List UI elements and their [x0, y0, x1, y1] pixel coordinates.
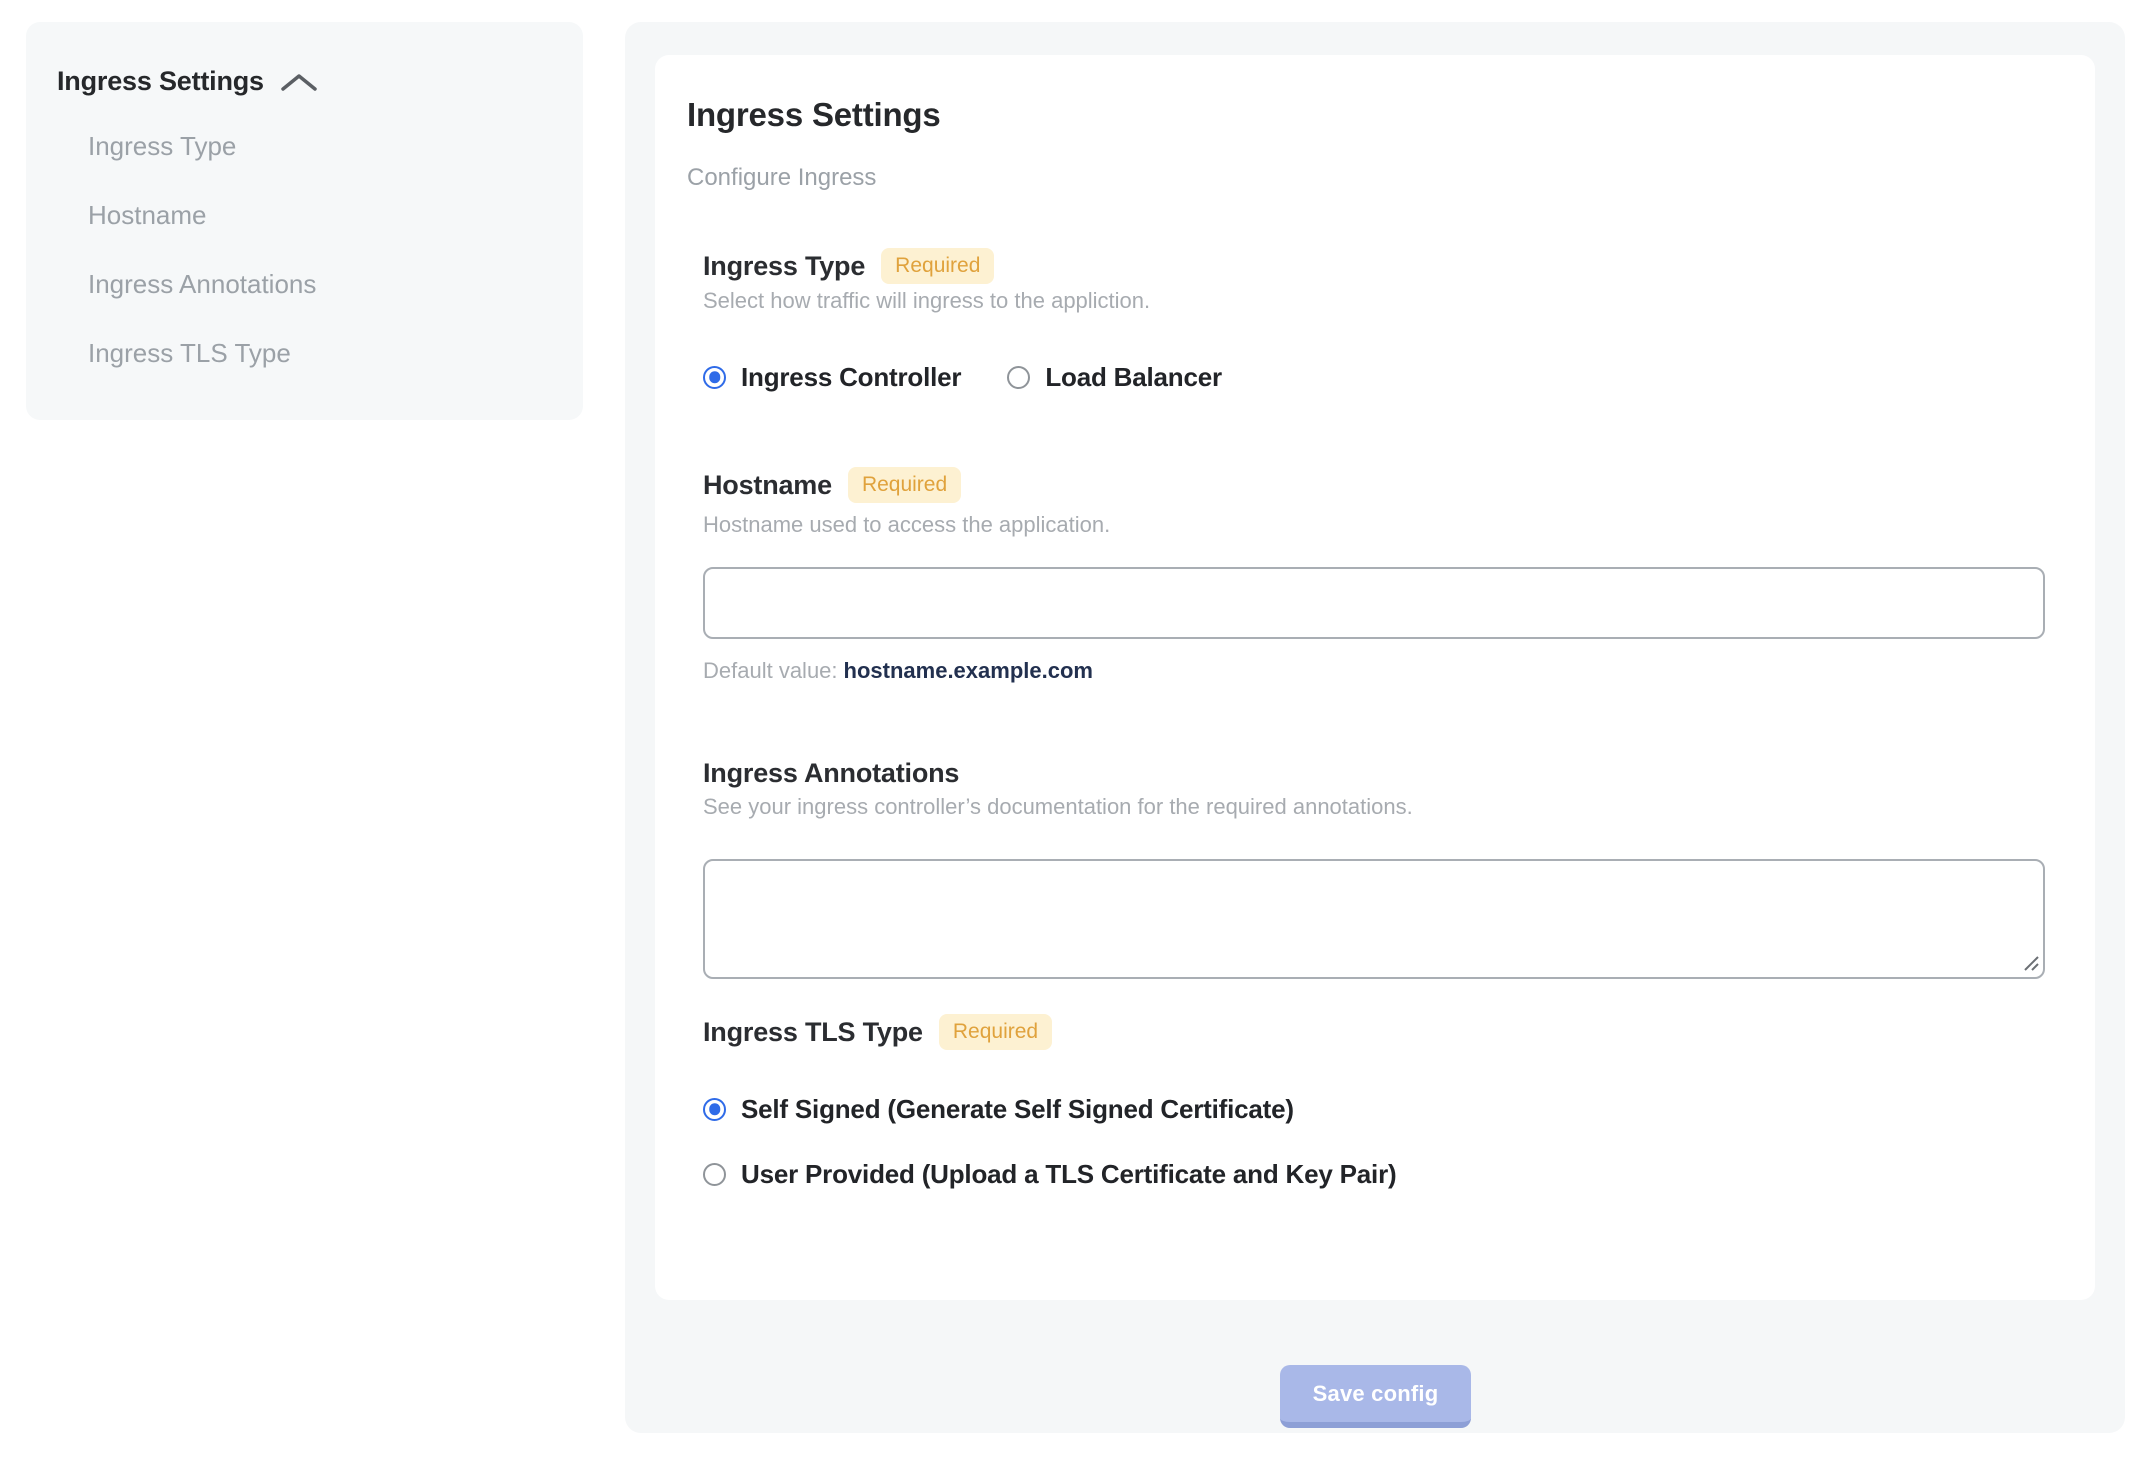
- resize-handle-icon[interactable]: [2018, 950, 2040, 972]
- default-value-label: Default value:: [703, 658, 838, 683]
- ingress-type-label: Ingress Type: [703, 251, 866, 281]
- ingress-type-radio-group: Ingress Controller Load Balancer: [703, 361, 2045, 393]
- ingress-annotations-description: See your ingress controller’s documentat…: [703, 794, 1413, 819]
- ingress-tls-type-label: Ingress TLS Type: [703, 1017, 923, 1047]
- radio-button-icon[interactable]: [703, 1097, 726, 1121]
- ingress-settings-panel: Ingress Settings Configure Ingress Ingre…: [625, 22, 2125, 1433]
- radio-user-provided[interactable]: User Provided (Upload a TLS Certificate …: [703, 1158, 2045, 1190]
- hostname-default-row: Default value: hostname.example.com: [703, 657, 2045, 685]
- radio-label: Ingress Controller: [741, 361, 962, 392]
- required-badge: Required: [938, 1014, 1053, 1050]
- sidebar-item-ingress-annotations[interactable]: Ingress Annotations: [88, 269, 583, 299]
- save-config-button[interactable]: Save config: [1280, 1365, 1471, 1428]
- hostname-description: Hostname used to access the application.: [703, 512, 1111, 537]
- radio-button-icon[interactable]: [1007, 365, 1031, 389]
- radio-self-signed[interactable]: Self Signed (Generate Self Signed Certif…: [703, 1093, 2045, 1125]
- radio-label: User Provided (Upload a TLS Certificate …: [741, 1158, 1397, 1189]
- section-ingress-tls-type: Ingress TLS Type Required Self Signed (G…: [703, 1014, 2045, 1190]
- sidebar-item-ingress-tls-type[interactable]: Ingress TLS Type: [88, 338, 583, 368]
- section-ingress-type: Ingress Type Required Select how traffic…: [703, 248, 2045, 393]
- radio-button-icon[interactable]: [703, 1162, 726, 1186]
- sidebar-item-hostname[interactable]: Hostname: [88, 200, 583, 230]
- ingress-annotations-label: Ingress Annotations: [703, 758, 960, 788]
- required-badge: Required: [847, 467, 962, 503]
- ingress-type-description: Select how traffic will ingress to the a…: [703, 288, 1151, 313]
- radio-button-icon[interactable]: [703, 365, 726, 389]
- ingress-annotations-field: [703, 859, 2045, 979]
- section-hostname: Hostname Required Hostname used to acces…: [703, 467, 2045, 685]
- default-value-text: hostname.example.com: [843, 658, 1093, 683]
- section-ingress-annotations: Ingress Annotations See your ingress con…: [703, 756, 2045, 979]
- radio-label: Self Signed (Generate Self Signed Certif…: [741, 1093, 1294, 1124]
- hostname-input[interactable]: [703, 567, 2045, 639]
- ingress-annotations-textarea[interactable]: [703, 859, 2045, 979]
- sidebar-item-ingress-type[interactable]: Ingress Type: [88, 131, 583, 161]
- settings-sidebar: Ingress Settings Ingress Type Hostname I…: [26, 22, 583, 420]
- sidebar-section-title: Ingress Settings: [57, 65, 264, 96]
- sidebar-item-list: Ingress Type Hostname Ingress Annotation…: [57, 131, 583, 368]
- page-subtitle: Configure Ingress: [687, 164, 877, 191]
- hostname-label: Hostname: [703, 470, 832, 500]
- page-title: Ingress Settings: [687, 96, 941, 133]
- radio-ingress-controller[interactable]: Ingress Controller: [703, 361, 962, 393]
- sidebar-section-header[interactable]: Ingress Settings: [57, 64, 583, 98]
- chevron-up-icon[interactable]: [280, 72, 318, 94]
- radio-label: Load Balancer: [1045, 361, 1222, 392]
- ingress-settings-card: Ingress Settings Configure Ingress Ingre…: [655, 55, 2095, 1300]
- required-badge: Required: [881, 248, 995, 284]
- radio-load-balancer[interactable]: Load Balancer: [1007, 361, 1222, 393]
